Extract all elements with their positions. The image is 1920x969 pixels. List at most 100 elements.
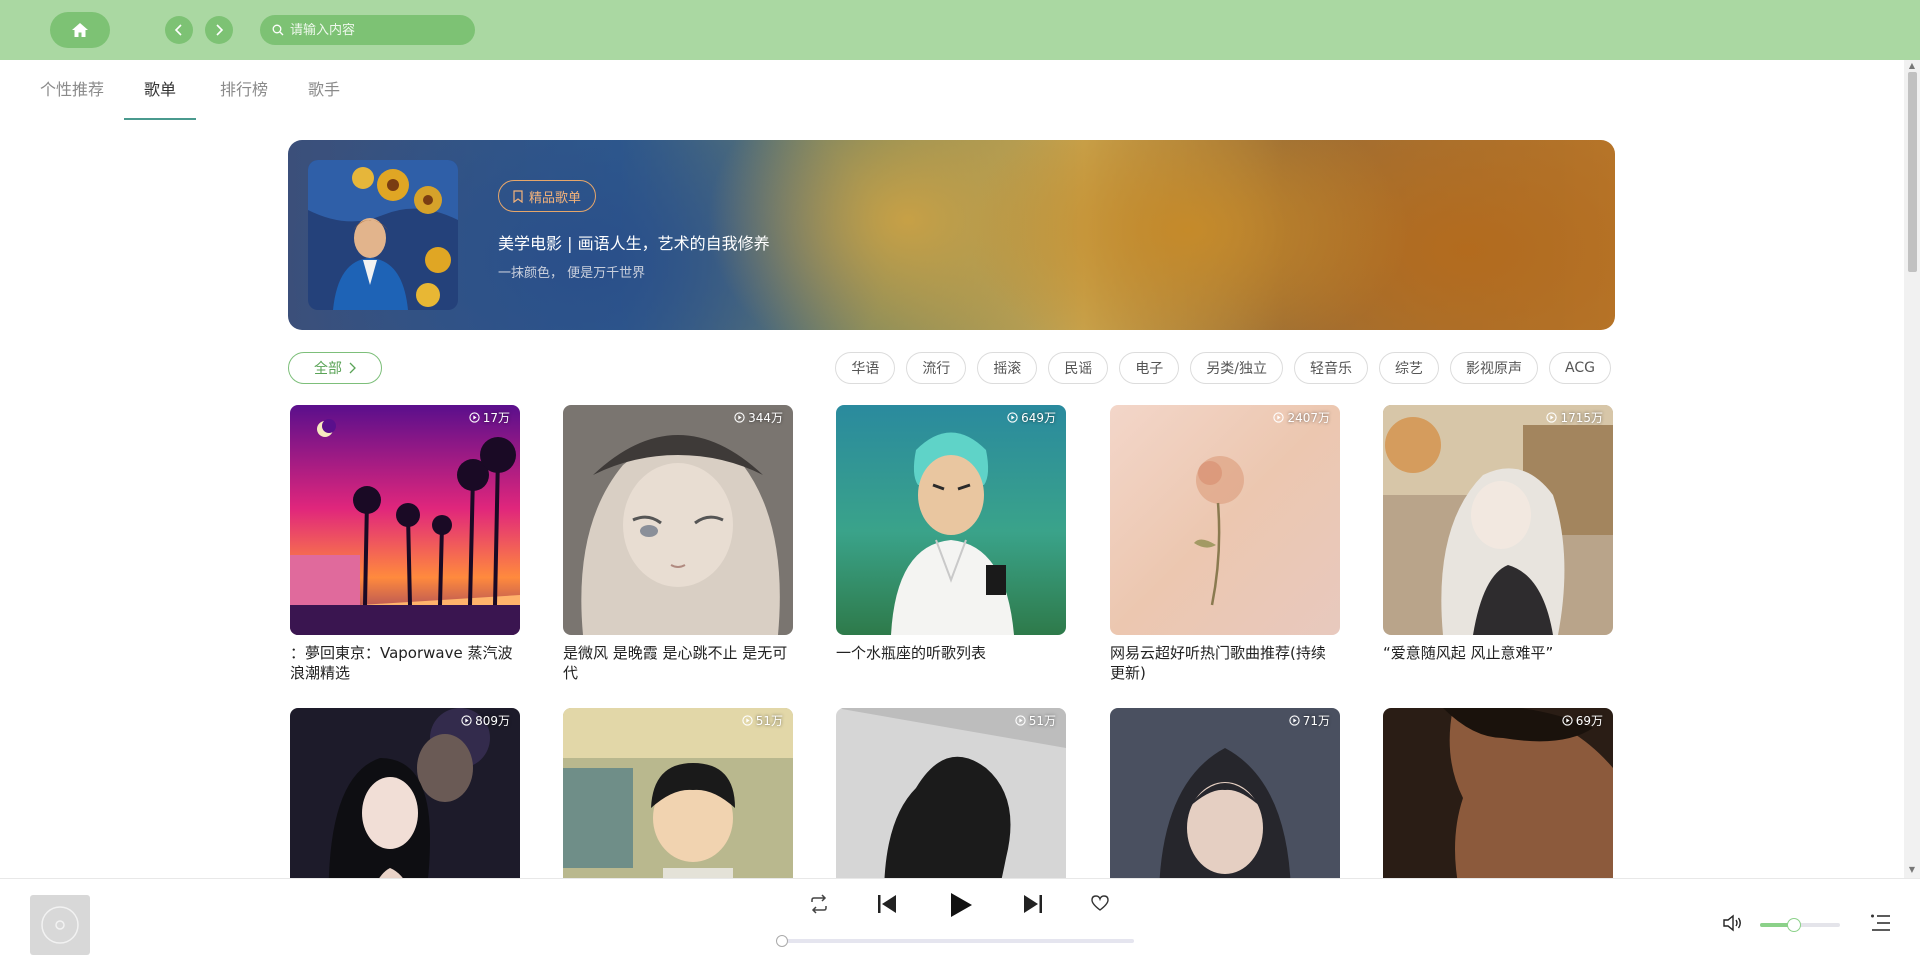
play-circle-icon bbox=[469, 412, 480, 423]
category-chip[interactable]: 流行 bbox=[906, 352, 967, 384]
playlist-card[interactable]: 649万 一个水瓶座的听歌列表 bbox=[836, 405, 1066, 663]
playlist-title[interactable]: 一个水瓶座的听歌列表 bbox=[836, 643, 1066, 663]
play-count-value: 1715万 bbox=[1560, 411, 1603, 425]
play-count: 344万 bbox=[734, 409, 783, 426]
top-bar bbox=[0, 0, 1920, 60]
play-count: 809万 bbox=[461, 712, 510, 729]
playlist-card[interactable]: 17万 ：夢回東京：Vaporwave 蒸汽波浪潮精选 bbox=[290, 405, 520, 683]
playlist-title[interactable]: 是微风 是晚霞 是心跳不止 是无可代 bbox=[563, 643, 793, 683]
chevron-left-icon bbox=[174, 24, 182, 36]
play-count-value: 71万 bbox=[1302, 714, 1330, 728]
play-circle-icon bbox=[1007, 412, 1018, 423]
tab-bar: 个性推荐 歌单 排行榜 歌手 bbox=[0, 60, 1900, 120]
playlist-title[interactable]: ：夢回東京：Vaporwave 蒸汽波浪潮精选 bbox=[290, 643, 520, 683]
play-count: 69万 bbox=[1562, 712, 1603, 729]
search-icon bbox=[272, 24, 284, 36]
skip-previous-icon bbox=[878, 895, 896, 913]
play-circle-icon bbox=[1546, 412, 1558, 423]
play-count-value: 649万 bbox=[1021, 411, 1056, 425]
all-categories-label: 全部 bbox=[314, 361, 342, 377]
banner-subtitle: 一抹颜色， 便是万千世界 bbox=[498, 266, 646, 281]
home-icon bbox=[72, 23, 88, 37]
banner-title: 美学电影 | 画语人生，艺术的自我修养 bbox=[498, 234, 770, 253]
play-count: 71万 bbox=[1289, 712, 1330, 729]
tab-artists[interactable]: 歌手 bbox=[308, 60, 340, 120]
category-chip[interactable]: 民谣 bbox=[1048, 352, 1109, 384]
featured-banner[interactable]: 精品歌单 美学电影 | 画语人生，艺术的自我修养 一抹颜色， 便是万千世界 bbox=[288, 140, 1615, 330]
category-chip[interactable]: 摇滚 bbox=[977, 352, 1038, 384]
play-count-value: 17万 bbox=[482, 411, 510, 425]
repeat-icon bbox=[811, 894, 827, 914]
category-chip[interactable]: 另类/独立 bbox=[1190, 352, 1284, 384]
back-button[interactable] bbox=[165, 16, 193, 44]
tab-charts[interactable]: 排行榜 bbox=[220, 60, 268, 120]
search-box bbox=[260, 15, 475, 45]
premium-tag[interactable]: 精品歌单 bbox=[498, 180, 597, 212]
play-circle-icon bbox=[742, 715, 753, 726]
play-circle-icon bbox=[1273, 412, 1285, 423]
now-playing-cover[interactable] bbox=[30, 895, 90, 955]
player-bar bbox=[0, 878, 1920, 969]
playlist-cover: 649万 bbox=[836, 405, 1066, 635]
volume-button[interactable] bbox=[1722, 913, 1744, 937]
skip-next-icon bbox=[1024, 895, 1042, 913]
category-chip[interactable]: 轻音乐 bbox=[1294, 352, 1369, 384]
home-button[interactable] bbox=[50, 12, 110, 48]
scroll-thumb[interactable] bbox=[1908, 72, 1917, 272]
playlist-card[interactable]: 2407万 网易云超好听热门歌曲推荐(持续更新) bbox=[1110, 405, 1340, 683]
play-count: 17万 bbox=[469, 409, 510, 426]
playlist-card[interactable]: 344万 是微风 是晚霞 是心跳不止 是无可代 bbox=[563, 405, 793, 683]
scroll-down-icon[interactable]: ▼ bbox=[1908, 866, 1916, 874]
play-count-value: 344万 bbox=[748, 411, 783, 425]
play-circle-icon bbox=[1562, 715, 1573, 726]
volume-knob[interactable] bbox=[1787, 918, 1801, 932]
playlist-queue-button[interactable] bbox=[1870, 913, 1892, 937]
chevron-right-icon bbox=[349, 362, 356, 374]
play-count: 51万 bbox=[742, 712, 783, 729]
disc-icon bbox=[41, 906, 79, 944]
all-categories-button[interactable]: 全部 bbox=[288, 352, 382, 384]
list-icon bbox=[1871, 914, 1890, 931]
category-chips: 华语 流行 摇滚 民谣 电子 另类/独立 轻音乐 综艺 影视原声 ACG bbox=[835, 352, 1611, 384]
playlist-cover: 344万 bbox=[563, 405, 793, 635]
category-chip[interactable]: 电子 bbox=[1119, 352, 1180, 384]
volume-slider[interactable] bbox=[1760, 918, 1840, 932]
play-count: 2407万 bbox=[1273, 409, 1330, 426]
play-circle-icon bbox=[461, 715, 472, 726]
play-count: 51万 bbox=[1015, 712, 1056, 729]
category-chip[interactable]: 华语 bbox=[835, 352, 896, 384]
scroll-up-icon[interactable]: ▲ bbox=[1908, 62, 1916, 70]
heart-icon bbox=[1091, 895, 1109, 911]
next-button[interactable] bbox=[1022, 893, 1044, 915]
playlist-cover: 1715万 bbox=[1383, 405, 1613, 635]
play-count: 649万 bbox=[1007, 409, 1056, 426]
play-count-value: 69万 bbox=[1575, 714, 1603, 728]
previous-button[interactable] bbox=[876, 893, 898, 915]
play-count-value: 809万 bbox=[475, 714, 510, 728]
play-icon bbox=[951, 893, 972, 917]
tab-recommend[interactable]: 个性推荐 bbox=[40, 60, 104, 120]
progress-bar[interactable] bbox=[776, 935, 1134, 947]
playlist-title[interactable]: “爱意随风起 风止意难平” bbox=[1383, 643, 1613, 663]
like-button[interactable] bbox=[1090, 893, 1110, 913]
repeat-button[interactable] bbox=[808, 893, 830, 915]
play-circle-icon bbox=[1289, 715, 1300, 726]
volume-icon bbox=[1723, 914, 1741, 932]
category-chip[interactable]: ACG bbox=[1549, 352, 1611, 384]
scrollbar[interactable]: ▲ ▼ bbox=[1904, 60, 1920, 878]
category-chip[interactable]: 综艺 bbox=[1379, 352, 1440, 384]
category-chip[interactable]: 影视原声 bbox=[1450, 352, 1539, 384]
progress-knob[interactable] bbox=[776, 935, 788, 947]
bookmark-icon bbox=[513, 189, 523, 203]
play-button[interactable] bbox=[948, 891, 974, 919]
chevron-right-icon bbox=[216, 24, 224, 36]
play-circle-icon bbox=[734, 412, 745, 423]
forward-button[interactable] bbox=[205, 16, 233, 44]
tab-playlists[interactable]: 歌单 bbox=[123, 60, 197, 120]
play-count-value: 51万 bbox=[1028, 714, 1056, 728]
search-input[interactable] bbox=[290, 22, 460, 38]
playlist-card[interactable]: 1715万 “爱意随风起 风止意难平” bbox=[1383, 405, 1613, 663]
play-count-value: 51万 bbox=[755, 714, 783, 728]
playlist-title[interactable]: 网易云超好听热门歌曲推荐(持续更新) bbox=[1110, 643, 1340, 683]
playlist-cover: 17万 bbox=[290, 405, 520, 635]
